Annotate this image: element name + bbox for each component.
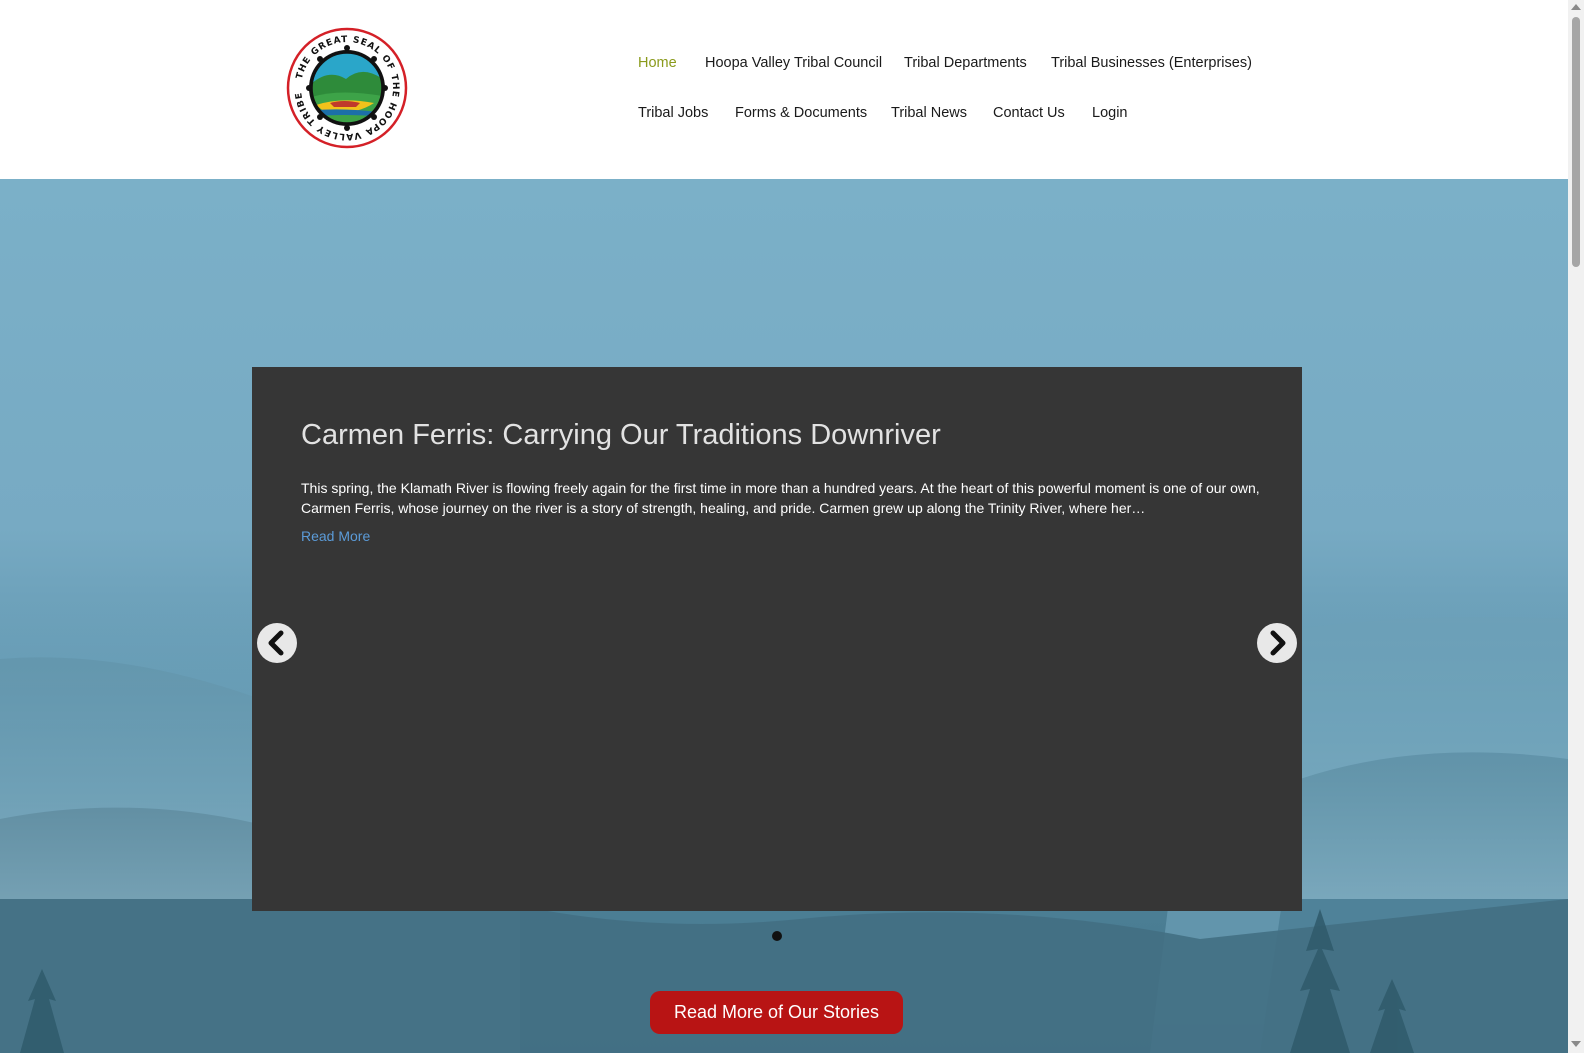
nav-tribal-news[interactable]: Tribal News	[891, 105, 967, 121]
nav-tribal-council[interactable]: Hoopa Valley Tribal Council	[705, 55, 882, 71]
site-header: THE GREAT SEAL OF THE HOOPA VALLEY TRIBE…	[0, 0, 1568, 179]
nav-login[interactable]: Login	[1092, 105, 1127, 121]
slider-dot[interactable]	[772, 931, 782, 941]
slider-next-button[interactable]	[1257, 623, 1297, 663]
nav-forms-documents[interactable]: Forms & Documents	[735, 105, 867, 121]
site-logo[interactable]: THE GREAT SEAL OF THE HOOPA VALLEY TRIBE	[286, 27, 408, 149]
nav-tribal-departments[interactable]: Tribal Departments	[904, 55, 1027, 71]
news-slider: Carmen Ferris: Carrying Our Traditions D…	[252, 367, 1302, 911]
scrollbar[interactable]	[1568, 0, 1584, 1053]
read-more-link[interactable]: Read More	[301, 528, 370, 544]
nav-contact-us[interactable]: Contact Us	[993, 105, 1065, 121]
slider-prev-button[interactable]	[257, 623, 297, 663]
nav-tribal-businesses[interactable]: Tribal Businesses (Enterprises)	[1051, 55, 1252, 71]
chevron-right-icon	[1270, 630, 1286, 656]
slide-title[interactable]: Carmen Ferris: Carrying Our Traditions D…	[301, 419, 941, 452]
hero-section: Carmen Ferris: Carrying Our Traditions D…	[0, 179, 1568, 1053]
nav-home[interactable]: Home	[638, 55, 677, 71]
nav-tribal-jobs[interactable]: Tribal Jobs	[638, 105, 708, 121]
scroll-up-arrow-icon[interactable]	[1571, 4, 1581, 10]
chevron-left-icon	[268, 630, 284, 656]
scroll-down-arrow-icon[interactable]	[1571, 1041, 1581, 1047]
scroll-thumb[interactable]	[1572, 17, 1580, 267]
read-more-stories-button[interactable]: Read More of Our Stories	[650, 991, 903, 1034]
great-seal-logo: THE GREAT SEAL OF THE HOOPA VALLEY TRIBE	[286, 27, 408, 149]
slide-excerpt: This spring, the Klamath River is flowin…	[301, 480, 1260, 516]
